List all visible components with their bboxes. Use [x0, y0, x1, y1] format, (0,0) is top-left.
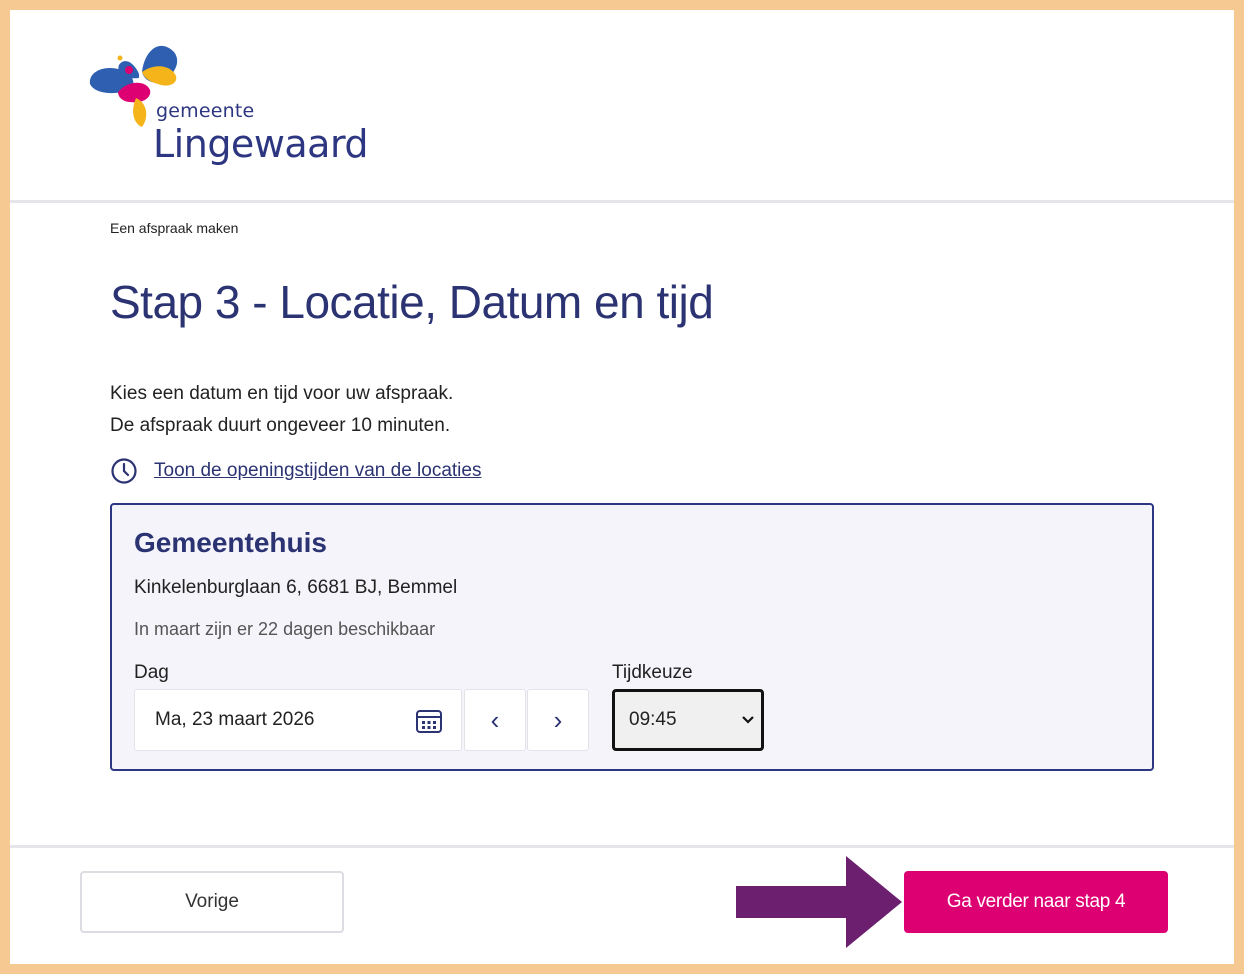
chevron-down-icon	[742, 716, 754, 724]
next-day-button[interactable]: ›	[527, 689, 589, 751]
clock-icon	[111, 458, 137, 484]
date-input[interactable]: Ma, 23 maart 2026	[134, 689, 462, 751]
time-select[interactable]: 09:45	[612, 689, 764, 751]
availability-text: In maart zijn er 22 dagen beschikbaar	[134, 619, 436, 639]
intro-line-1: Kies een datum en tijd voor uw afspraak.	[110, 383, 454, 404]
chevron-left-icon: ‹	[490, 704, 500, 735]
time-value: 09:45	[629, 709, 677, 730]
opening-hours-link[interactable]: Toon de openingstijden van de locaties	[110, 458, 481, 484]
intro-line-2: De afspraak duurt ongeveer 10 minuten.	[110, 415, 451, 436]
chevron-right-icon: ›	[553, 704, 563, 735]
page-frame: gemeente Lingewaard Een afspraak maken S…	[10, 10, 1234, 964]
previous-day-button[interactable]: ‹	[464, 689, 526, 751]
arrow-annotation-icon	[736, 856, 902, 948]
opening-hours-link-label[interactable]: Toon de openingstijden van de locaties	[154, 460, 481, 482]
day-label: Dag	[134, 662, 169, 683]
next-step-button[interactable]: Ga verder naar stap 4	[904, 871, 1168, 933]
previous-button[interactable]: Vorige	[80, 871, 344, 933]
breadcrumb[interactable]: Een afspraak maken	[110, 220, 238, 236]
calendar-icon[interactable]	[415, 708, 443, 734]
page-title: Stap 3 - Locatie, Datum en tijd	[110, 276, 714, 328]
time-label: Tijdkeuze	[612, 662, 693, 683]
intro-text: Kies een datum en tijd voor uw afspraak.…	[110, 378, 453, 442]
location-card: Gemeentehuis Kinkelenburglaan 6, 6681 BJ…	[110, 503, 1154, 771]
logo-subtitle: gemeente	[156, 100, 255, 122]
location-name: Gemeentehuis	[134, 527, 327, 558]
gemeente-logo[interactable]: gemeente Lingewaard	[84, 32, 384, 182]
site-header: gemeente Lingewaard	[10, 10, 1234, 203]
location-address: Kinkelenburglaan 6, 6681 BJ, Bemmel	[134, 577, 458, 598]
logo-title: Lingewaard	[153, 122, 369, 166]
date-value: Ma, 23 maart 2026	[155, 709, 315, 730]
